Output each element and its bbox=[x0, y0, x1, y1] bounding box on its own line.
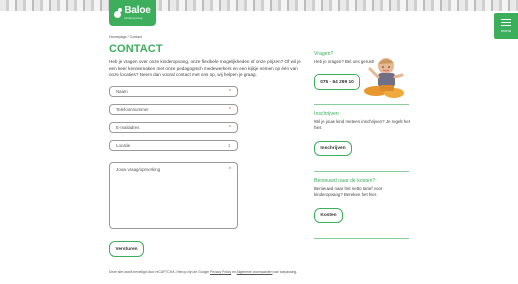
enroll-heading: Inschrijven bbox=[314, 111, 339, 117]
breadcrumb: Homepage/Contact bbox=[109, 35, 142, 39]
terms-link[interactable]: Algemene voorwaarden bbox=[237, 270, 273, 274]
recaptcha-notice: Deze site wordt beveiligd door reCAPTCHA… bbox=[109, 270, 298, 274]
phone-button[interactable]: 075 - 64 299 10 bbox=[314, 74, 360, 90]
phone-label: 075 - 64 299 10 bbox=[320, 79, 354, 85]
costs-heading: Benieuwd naar de kosten? bbox=[314, 178, 376, 184]
breadcrumb-separator: / bbox=[127, 35, 129, 39]
required-marker: * bbox=[229, 124, 231, 131]
submit-button[interactable]: Versturen bbox=[109, 241, 144, 257]
divider bbox=[314, 171, 409, 172]
intro-text: Heb je vragen over onze kinderopvang, on… bbox=[109, 59, 301, 78]
costs-text: Benieuwd naar het netto tarief voor kind… bbox=[314, 186, 383, 198]
divider bbox=[314, 104, 409, 105]
enroll-label: Inschrijven bbox=[320, 146, 346, 151]
enroll-button[interactable]: Inschrijven bbox=[314, 141, 352, 156]
phone-placeholder: Telefoonnummer bbox=[116, 107, 149, 112]
required-marker: * bbox=[229, 167, 231, 173]
logo-name: Baloe bbox=[124, 5, 151, 16]
hamburger-icon bbox=[501, 19, 511, 26]
required-marker: * bbox=[229, 106, 231, 113]
required-marker: * bbox=[229, 88, 231, 95]
email-field[interactable]: E-mailadres * bbox=[109, 122, 238, 133]
enroll-text: Wil je jouw kind meteen inschrijven? Je … bbox=[314, 119, 410, 131]
questions-heading: Vragen? bbox=[314, 51, 334, 57]
logo-tagline: kinderopvang bbox=[124, 16, 143, 20]
name-field[interactable]: Naam * bbox=[109, 86, 238, 97]
breadcrumb-current: Contact bbox=[129, 35, 142, 39]
brand-logo[interactable]: Baloe kinderopvang bbox=[109, 0, 156, 26]
costs-label: Kosten bbox=[320, 213, 337, 218]
name-placeholder: Naam bbox=[116, 89, 128, 94]
costs-button[interactable]: Kosten bbox=[314, 208, 343, 223]
hero-photo-strip bbox=[0, 0, 518, 11]
location-select[interactable]: Locatie ⇕ bbox=[109, 140, 238, 151]
email-placeholder: E-mailadres bbox=[116, 125, 140, 130]
phone-field[interactable]: Telefoonnummer * bbox=[109, 104, 238, 115]
breadcrumb-home[interactable]: Homepage bbox=[109, 35, 127, 39]
baby-photo bbox=[364, 58, 404, 98]
divider bbox=[314, 238, 409, 239]
page-title: CONTACT bbox=[109, 43, 163, 55]
menu-button[interactable]: menu bbox=[494, 13, 518, 39]
submit-label: Versturen bbox=[115, 246, 138, 252]
privacy-policy-link[interactable]: Privacy Policy bbox=[210, 270, 231, 274]
message-textarea[interactable]: Jouw vraag/opmerking * bbox=[109, 162, 238, 229]
message-placeholder: Jouw vraag/opmerking bbox=[116, 167, 161, 172]
menu-label: menu bbox=[500, 28, 511, 33]
chevron-updown-icon: ⇕ bbox=[227, 143, 231, 148]
logo-icon bbox=[114, 8, 123, 18]
location-value: Locatie bbox=[116, 143, 131, 148]
